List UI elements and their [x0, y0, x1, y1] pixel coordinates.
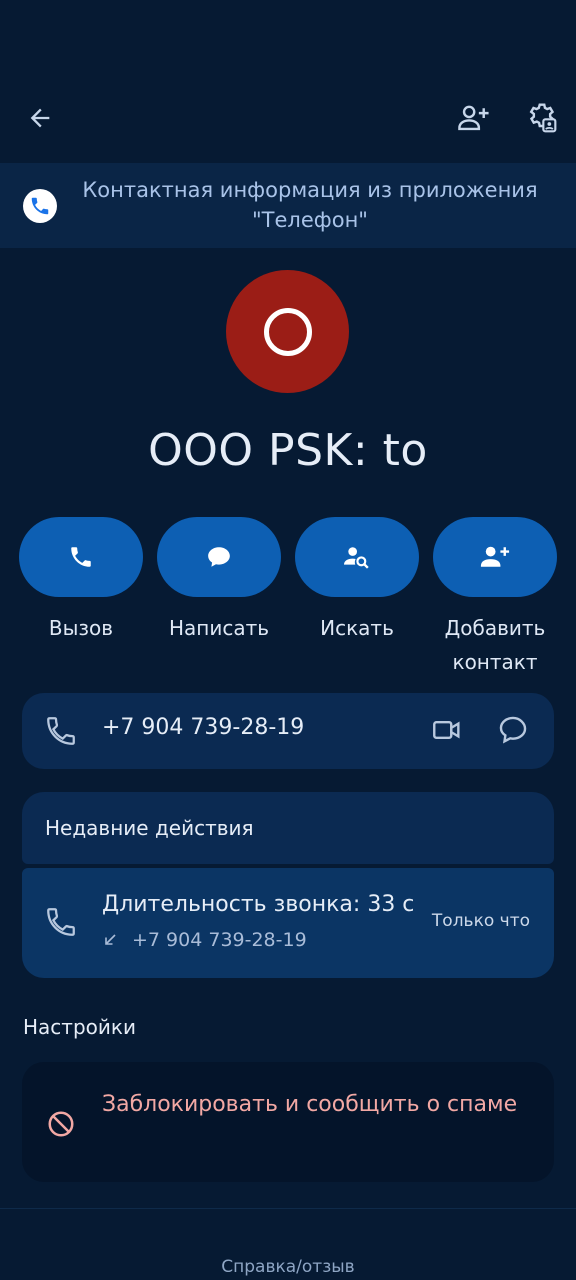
recent-activity-header: Недавние действия	[22, 792, 554, 864]
call-button[interactable]	[19, 517, 143, 597]
call-number: +7 904 739-28-19	[132, 929, 307, 951]
message-action[interactable]: Написать	[157, 517, 281, 645]
call-label: Вызов	[48, 616, 114, 640]
search-action[interactable]: Искать	[295, 517, 419, 645]
block-report-spam-label: Заблокировать и сообщить о спаме	[102, 1092, 518, 1117]
add-person-icon[interactable]	[452, 96, 496, 140]
call-subline: +7 904 739-28-19	[102, 929, 307, 951]
quick-actions: Вызов Написать Искать Добавить контакт	[0, 517, 576, 677]
contact-settings-gear-icon[interactable]	[520, 96, 564, 140]
avatar	[226, 270, 349, 393]
block-icon	[46, 1109, 76, 1143]
phone-number-card[interactable]: +7 904 739-28-19	[22, 693, 554, 769]
add-contact-button[interactable]	[433, 517, 557, 597]
message-icon[interactable]	[496, 713, 530, 751]
video-call-icon[interactable]	[430, 713, 464, 751]
message-label: Написать	[168, 616, 270, 640]
top-app-bar	[0, 96, 576, 140]
phone-app-info-banner: Контактная информация из приложения "Тел…	[0, 163, 576, 248]
back-arrow-icon[interactable]	[18, 96, 62, 140]
contact-details-screen: Контактная информация из приложения "Тел…	[0, 0, 576, 1280]
phone-icon	[44, 714, 78, 752]
banner-text: Контактная информация из приложения "Тел…	[82, 178, 538, 232]
phone-icon	[44, 905, 78, 943]
settings-title: Настройки	[23, 1015, 136, 1039]
add-contact-label: Добавить контакт	[444, 616, 546, 674]
call-time: Только что	[431, 911, 530, 931]
recent-call-item[interactable]: Длительность звонка: 33 с +7 904 739-28-…	[22, 868, 554, 978]
add-contact-action[interactable]: Добавить контакт	[433, 517, 557, 679]
call-duration: Длительность звонка: 33 с	[102, 892, 415, 917]
search-label: Искать	[320, 616, 394, 640]
incoming-call-arrow-icon	[105, 934, 116, 945]
phone-number[interactable]: +7 904 739-28-19	[102, 715, 304, 740]
call-action[interactable]: Вызов	[19, 517, 143, 645]
recent-activity-title: Недавние действия	[45, 816, 254, 840]
avatar-letter	[263, 307, 312, 356]
search-button[interactable]	[295, 517, 419, 597]
block-report-spam-button[interactable]: Заблокировать и сообщить о спаме	[22, 1062, 554, 1182]
contact-name: OOO PSK: to	[148, 425, 428, 476]
message-button[interactable]	[157, 517, 281, 597]
phone-app-icon	[23, 189, 57, 223]
divider	[0, 1208, 576, 1209]
help-feedback-link[interactable]: Справка/отзыв	[0, 1257, 576, 1277]
